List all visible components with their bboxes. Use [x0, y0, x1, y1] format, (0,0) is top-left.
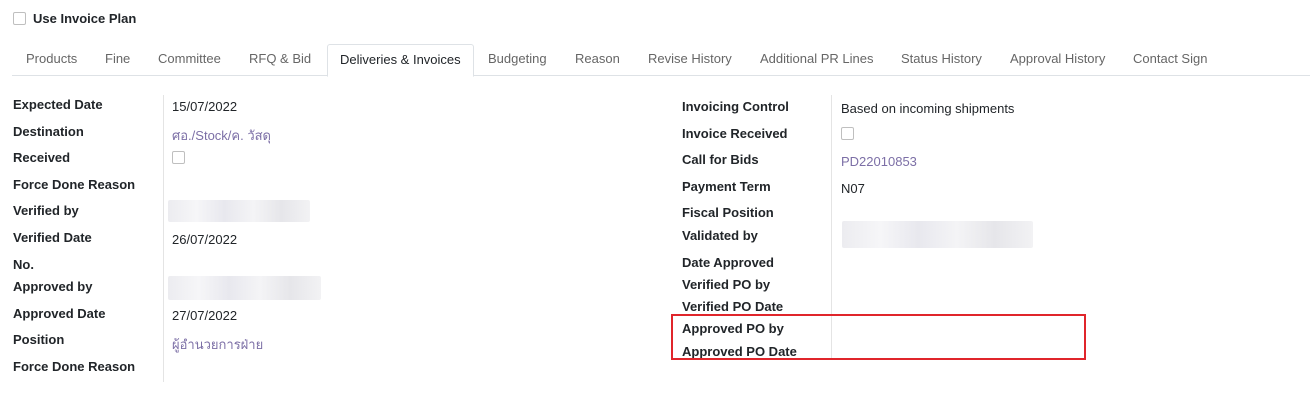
payment-term-value[interactable]: N07 — [841, 181, 865, 196]
use-invoice-plan-field: Use Invoice Plan — [13, 11, 136, 26]
invoice-received-checkbox[interactable] — [841, 127, 854, 140]
tab-products[interactable]: Products — [13, 44, 90, 74]
left-column-divider — [163, 95, 164, 382]
approved-by-label: Approved by — [13, 279, 93, 294]
invoicing-control-value[interactable]: Based on incoming shipments — [841, 101, 1014, 116]
tab-deliveries-invoices[interactable]: Deliveries & Invoices — [327, 44, 474, 77]
tab-additional-pr-lines[interactable]: Additional PR Lines — [747, 44, 886, 74]
call-for-bids-link[interactable]: PD22010853 — [841, 154, 917, 169]
received-checkbox[interactable] — [172, 151, 185, 164]
approved-date-label: Approved Date — [13, 306, 106, 321]
verified-by-redacted-value[interactable] — [168, 200, 310, 222]
position-label: Position — [13, 332, 65, 347]
verified-date-label: Verified Date — [13, 230, 92, 245]
approved-by-redacted-value[interactable] — [168, 276, 321, 300]
call-for-bids-label: Call for Bids — [682, 152, 759, 167]
invoicing-control-label: Invoicing Control — [682, 99, 789, 114]
no-label: No. — [13, 257, 34, 272]
notebook-tabs: Products Fine Committee RFQ & Bid Delive… — [12, 44, 1310, 77]
verified-po-by-label: Verified PO by — [682, 277, 771, 292]
invoice-received-label: Invoice Received — [682, 126, 788, 141]
tab-committee[interactable]: Committee — [145, 44, 234, 74]
payment-term-label: Payment Term — [682, 179, 771, 194]
verified-by-label: Verified by — [13, 203, 79, 218]
fiscal-position-label: Fiscal Position — [682, 205, 774, 220]
tab-rfq-bid[interactable]: RFQ & Bid — [236, 44, 324, 74]
received-label: Received — [13, 150, 71, 165]
tab-status-history[interactable]: Status History — [888, 44, 995, 74]
tab-budgeting[interactable]: Budgeting — [475, 44, 560, 74]
use-invoice-plan-checkbox[interactable] — [13, 12, 26, 25]
tab-contact-sign[interactable]: Contact Sign — [1120, 44, 1220, 74]
destination-label: Destination — [13, 124, 84, 139]
verified-po-date-label: Verified PO Date — [682, 299, 784, 314]
position-link[interactable]: ผู้อำนวยการฝ่าย — [172, 334, 263, 355]
tab-fine[interactable]: Fine — [92, 44, 143, 74]
tab-reason[interactable]: Reason — [562, 44, 633, 74]
validated-by-redacted-value[interactable] — [842, 221, 1033, 248]
tab-approval-history[interactable]: Approval History — [997, 44, 1118, 74]
force-done-reason-label: Force Done Reason — [13, 177, 136, 192]
expected-date-value[interactable]: 15/07/2022 — [172, 99, 237, 114]
destination-link[interactable]: ศอ./Stock/ค. วัสดุ — [172, 125, 271, 146]
force-done-reason-2-label: Force Done Reason — [13, 359, 136, 374]
date-approved-label: Date Approved — [682, 255, 774, 270]
use-invoice-plan-label: Use Invoice Plan — [33, 11, 137, 26]
tab-revise-history[interactable]: Revise History — [635, 44, 745, 74]
verified-date-value[interactable]: 26/07/2022 — [172, 232, 237, 247]
approved-date-value[interactable]: 27/07/2022 — [172, 308, 237, 323]
validated-by-label: Validated by — [682, 228, 758, 243]
highlight-box — [671, 314, 1086, 360]
expected-date-label: Expected Date — [13, 97, 103, 112]
